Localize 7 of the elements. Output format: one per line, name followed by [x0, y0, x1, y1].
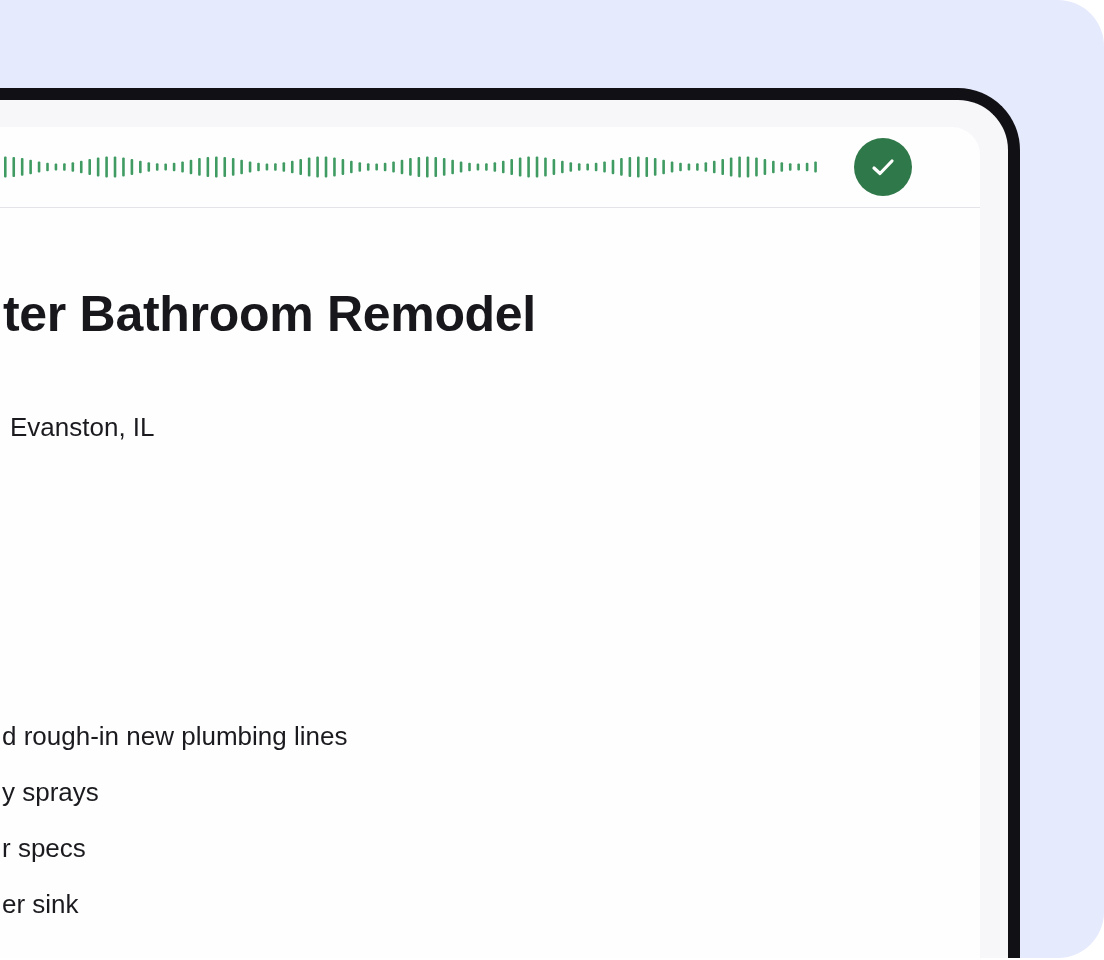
scope-item: r specs	[2, 832, 86, 865]
scope-item: er sink	[2, 888, 79, 921]
project-title: ter Bathroom Remodel	[3, 286, 536, 342]
scope-item: y sprays	[2, 776, 99, 809]
check-icon[interactable]	[854, 138, 912, 196]
location-text: Evanston, IL	[10, 411, 155, 443]
scope-item: d rough-in new plumbing lines	[2, 720, 348, 753]
